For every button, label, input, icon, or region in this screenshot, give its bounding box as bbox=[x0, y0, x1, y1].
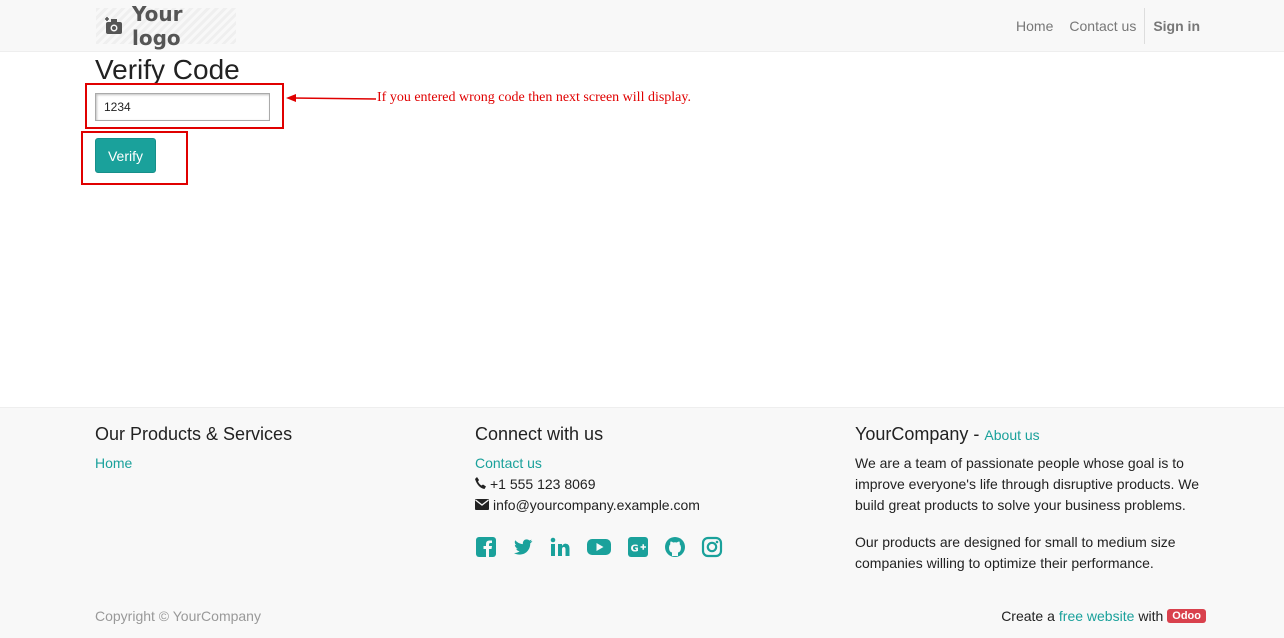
phone-number: +1 555 123 8069 bbox=[490, 476, 596, 492]
footer-company-heading: YourCompany - About us bbox=[855, 424, 1207, 445]
create-with: with bbox=[1138, 608, 1164, 624]
nav-contact-us[interactable]: Contact us bbox=[1061, 18, 1144, 34]
footer-company-column: YourCompany - About us We are a team of … bbox=[855, 424, 1207, 590]
company-description: We are a team of passionate people whose… bbox=[855, 455, 1200, 513]
footer-phone: +1 555 123 8069 bbox=[475, 474, 723, 495]
nav-home[interactable]: Home bbox=[1008, 18, 1061, 34]
footer-connect-column: Connect with us Contact us +1 555 123 80… bbox=[475, 424, 723, 558]
svg-text:G: G bbox=[631, 544, 639, 555]
company-name: YourCompany bbox=[855, 424, 969, 444]
heading-separator: - bbox=[968, 424, 985, 444]
linkedin-icon[interactable] bbox=[549, 536, 571, 558]
footer-products-column: Our Products & Services Home bbox=[95, 424, 292, 474]
email-address[interactable]: info@yourcompany.example.com bbox=[493, 495, 700, 516]
company-description-2: Our products are designed for small to m… bbox=[855, 534, 1176, 571]
envelope-icon bbox=[475, 495, 489, 516]
free-website-link[interactable]: free website bbox=[1059, 608, 1134, 624]
annotation-note: If you entered wrong code then next scre… bbox=[377, 90, 691, 105]
create-prefix: Create a bbox=[1001, 608, 1055, 624]
footer-home-link[interactable]: Home bbox=[95, 453, 292, 474]
sign-in-link[interactable]: Sign in bbox=[1145, 18, 1208, 34]
about-us-link[interactable]: About us bbox=[984, 427, 1039, 443]
social-links: G bbox=[475, 536, 723, 558]
brand-logo[interactable]: Your logo bbox=[96, 2, 236, 50]
footer-connect-heading: Connect with us bbox=[475, 424, 604, 444]
page-title: Verify Code bbox=[95, 54, 240, 85]
camera-icon bbox=[104, 16, 126, 36]
github-icon[interactable] bbox=[664, 536, 686, 558]
google-plus-icon[interactable]: G bbox=[627, 536, 649, 558]
main-menu: Home Contact us Sign in bbox=[1008, 0, 1208, 52]
footer-email: info@yourcompany.example.com bbox=[475, 495, 723, 516]
instagram-icon[interactable] bbox=[701, 536, 723, 558]
verify-button[interactable]: Verify bbox=[95, 138, 156, 173]
twitter-icon[interactable] bbox=[512, 536, 534, 558]
footer-products-heading: Our Products & Services bbox=[95, 424, 293, 444]
youtube-icon[interactable] bbox=[586, 536, 612, 558]
annotation-arrow bbox=[286, 94, 377, 102]
top-navbar: Your logo Home Contact us Sign in bbox=[0, 0, 1284, 52]
odoo-badge[interactable]: Odoo bbox=[1167, 609, 1206, 623]
verification-code-input[interactable] bbox=[95, 93, 270, 121]
logo-text: Your logo bbox=[132, 2, 183, 50]
phone-icon bbox=[475, 474, 486, 495]
copyright-text: Copyright © YourCompany bbox=[95, 608, 261, 624]
footer-contact-link[interactable]: Contact us bbox=[475, 453, 723, 474]
footer: Our Products & Services Home Connect wit… bbox=[0, 407, 1284, 638]
powered-by: Create a free website with Odoo bbox=[1001, 608, 1206, 624]
facebook-icon[interactable] bbox=[475, 536, 497, 558]
